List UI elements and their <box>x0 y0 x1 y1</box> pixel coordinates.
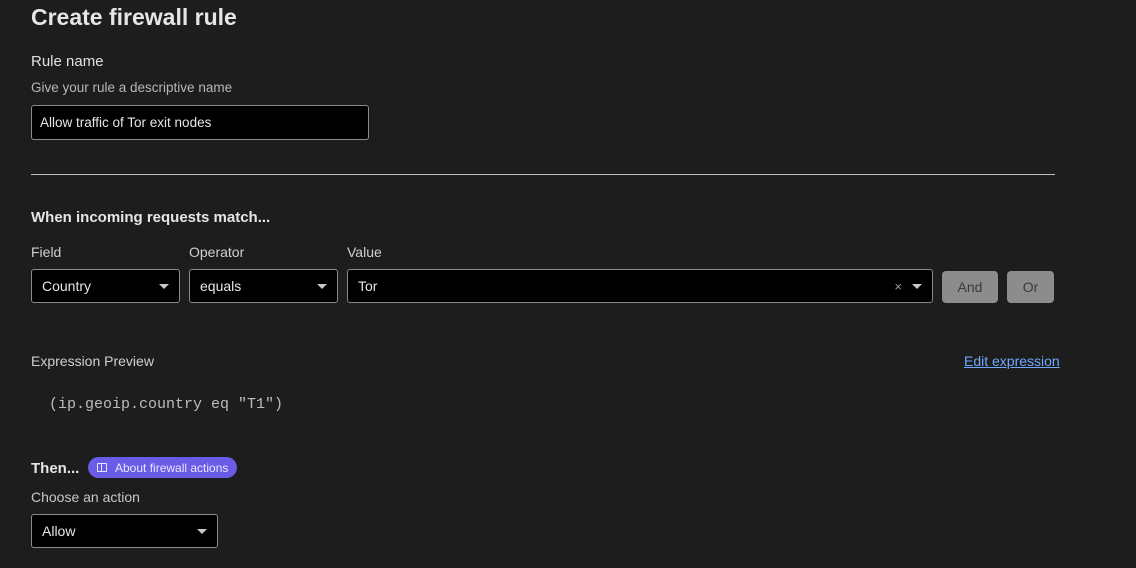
value-label: Value <box>347 244 382 260</box>
about-firewall-actions-badge[interactable]: About firewall actions <box>88 457 238 478</box>
rule-name-helper: Give your rule a descriptive name <box>31 80 233 95</box>
book-icon <box>97 463 107 472</box>
expression-preview: (ip.geoip.country eq "T1") <box>49 396 284 413</box>
or-button[interactable]: Or <box>1007 271 1054 303</box>
rule-name-input[interactable]: Allow traffic of Tor exit nodes <box>31 105 369 140</box>
chevron-down-icon <box>317 283 327 289</box>
chevron-down-icon <box>197 528 207 534</box>
value-select[interactable]: Tor × <box>347 269 933 303</box>
section-divider <box>31 174 1055 175</box>
chevron-down-icon[interactable] <box>912 283 922 289</box>
field-label: Field <box>31 244 62 260</box>
rule-name-input-value: Allow traffic of Tor exit nodes <box>40 115 212 130</box>
and-button[interactable]: And <box>942 271 998 303</box>
action-select-value: Allow <box>42 523 76 539</box>
page-title: Create firewall rule <box>31 4 237 30</box>
operator-label: Operator <box>189 244 245 260</box>
rule-name-label: Rule name <box>31 53 104 70</box>
action-heading: Then... <box>31 460 80 477</box>
expression-preview-label: Expression Preview <box>31 353 154 369</box>
clear-icon[interactable]: × <box>894 279 902 294</box>
operator-select-value: equals <box>200 278 242 294</box>
field-select-value: Country <box>42 278 92 294</box>
field-select[interactable]: Country <box>31 269 180 303</box>
value-select-value: Tor <box>358 278 378 294</box>
about-firewall-actions-label: About firewall actions <box>115 460 229 475</box>
chevron-down-icon <box>159 283 169 289</box>
action-helper: Choose an action <box>31 489 140 505</box>
operator-select[interactable]: equals <box>189 269 338 303</box>
match-heading: When incoming requests match... <box>31 209 271 226</box>
action-select[interactable]: Allow <box>31 514 218 548</box>
edit-expression-link[interactable]: Edit expression <box>964 353 1060 369</box>
firewall-rule-page: Create firewall rule Rule name Give your… <box>0 0 1136 568</box>
